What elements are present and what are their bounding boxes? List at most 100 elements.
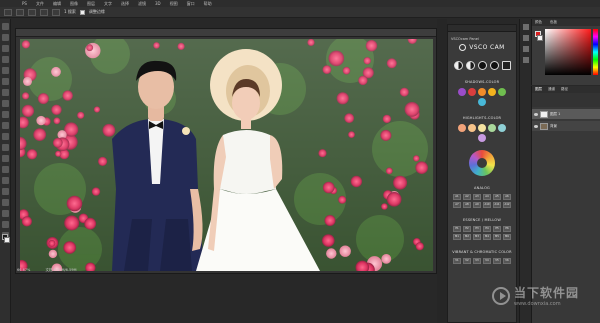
menu-item-view[interactable]: 视图 xyxy=(170,0,178,7)
healing-tool-icon[interactable] xyxy=(1,89,9,96)
color-wheel-icon[interactable] xyxy=(469,150,495,176)
marquee-tool-icon[interactable] xyxy=(1,34,9,41)
color-picker-field[interactable] xyxy=(545,29,591,75)
image-canvas[interactable] xyxy=(20,39,433,271)
new-selection-icon[interactable] xyxy=(16,8,24,16)
lasso-tool-icon[interactable] xyxy=(1,45,9,52)
tab-layers[interactable]: 图层 xyxy=(535,86,542,93)
hue-slider[interactable] xyxy=(593,29,598,75)
preset-button[interactable]: V3 xyxy=(473,258,481,264)
menu-item-help[interactable]: 帮助 xyxy=(204,0,212,7)
preset-button[interactable]: A3 xyxy=(473,194,481,200)
highlight-color-swatch[interactable] xyxy=(498,124,506,132)
preset-button[interactable]: M4 xyxy=(483,234,491,240)
highlight-color-swatch[interactable] xyxy=(458,124,466,132)
gradient-tool-icon[interactable] xyxy=(1,144,9,151)
preset-button[interactable]: E5 xyxy=(493,226,501,232)
menu-item-file[interactable]: 文件 xyxy=(36,0,44,7)
preset-button[interactable]: A1 xyxy=(453,194,461,200)
tab-swatches[interactable]: 色板 xyxy=(550,19,557,26)
highlight-color-swatch[interactable] xyxy=(478,124,486,132)
preset-button[interactable]: A12 xyxy=(503,202,511,208)
type-tool-icon[interactable] xyxy=(1,188,9,195)
menu-item-ps[interactable]: PS xyxy=(22,0,27,7)
document-tab[interactable]: e1100.jpg @ 66.7% (RGB/8#) × xyxy=(16,29,436,45)
menu-item-window[interactable]: 窗口 xyxy=(187,0,195,7)
shadow-color-swatch[interactable] xyxy=(488,88,496,96)
preset-button[interactable]: A9 xyxy=(473,202,481,208)
zoom-readout[interactable]: 66.67% xyxy=(17,268,30,272)
tab-channels[interactable]: 通道 xyxy=(548,86,555,93)
preset-button[interactable]: E1 xyxy=(453,226,461,232)
preset-button[interactable]: M6 xyxy=(503,234,511,240)
menu-item-layer[interactable]: 图层 xyxy=(87,0,95,7)
dodge-tool-icon[interactable] xyxy=(1,166,9,173)
refine-checkbox[interactable] xyxy=(79,9,85,15)
crop-tool-icon[interactable] xyxy=(1,67,9,74)
quick-select-tool-icon[interactable] xyxy=(1,56,9,63)
preset-button[interactable]: M1 xyxy=(453,234,461,240)
properties-icon[interactable] xyxy=(522,35,529,41)
preset-button[interactable]: A8 xyxy=(463,202,471,208)
shadow-color-swatch[interactable] xyxy=(468,88,476,96)
preset-button[interactable]: A4 xyxy=(483,194,491,200)
blur-tool-icon[interactable] xyxy=(1,155,9,162)
menu-item-3d[interactable]: 3D xyxy=(155,0,161,7)
menu-item-image[interactable]: 图像 xyxy=(70,0,78,7)
mode-solid-icon[interactable] xyxy=(477,61,487,70)
move-tool-icon[interactable] xyxy=(1,23,9,30)
preset-button[interactable]: M2 xyxy=(463,234,471,240)
preset-button[interactable]: A6 xyxy=(503,194,511,200)
preset-button[interactable]: M3 xyxy=(473,234,481,240)
intersect-selection-icon[interactable] xyxy=(52,8,60,16)
preset-button[interactable]: M5 xyxy=(493,234,501,240)
menu-item-edit[interactable]: 编辑 xyxy=(53,0,61,7)
tool-preset-icon[interactable] xyxy=(4,8,12,16)
preset-button[interactable]: E2 xyxy=(463,226,471,232)
shadow-color-swatch[interactable] xyxy=(478,98,486,106)
tab-color[interactable]: 颜色 xyxy=(535,19,542,26)
preset-button[interactable]: V5 xyxy=(493,258,501,264)
preset-button[interactable]: E6 xyxy=(503,226,511,232)
visibility-eye-icon[interactable] xyxy=(534,112,538,116)
add-selection-icon[interactable] xyxy=(28,8,36,16)
vsco-panel-tab[interactable]: VSCOcam Panel xyxy=(448,25,516,41)
history-icon[interactable] xyxy=(522,24,529,30)
highlight-color-swatch[interactable] xyxy=(468,124,476,132)
preset-button[interactable]: V2 xyxy=(463,258,471,264)
preset-button[interactable]: V4 xyxy=(483,258,491,264)
layer-row[interactable]: 背景 xyxy=(532,121,600,131)
brush-tool-icon[interactable] xyxy=(1,100,9,107)
highlight-color-swatch[interactable] xyxy=(478,134,486,142)
eraser-tool-icon[interactable] xyxy=(1,133,9,140)
preset-button[interactable]: V1 xyxy=(453,258,461,264)
preset-button[interactable]: A11 xyxy=(493,202,501,208)
preset-button[interactable]: V6 xyxy=(503,258,511,264)
mode-halftone-icon[interactable] xyxy=(465,61,475,70)
menu-item-select[interactable]: 选择 xyxy=(121,0,129,7)
subtract-selection-icon[interactable] xyxy=(40,8,48,16)
preset-button[interactable]: E3 xyxy=(473,226,481,232)
menu-item-type[interactable]: 文字 xyxy=(104,0,112,7)
character-icon[interactable] xyxy=(522,57,529,63)
eyedropper-tool-icon[interactable] xyxy=(1,78,9,85)
preset-button[interactable]: E4 xyxy=(483,226,491,232)
highlight-color-swatch[interactable] xyxy=(488,124,496,132)
hand-tool-icon[interactable] xyxy=(1,221,9,228)
tab-paths[interactable]: 路径 xyxy=(561,86,568,93)
path-select-tool-icon[interactable] xyxy=(1,199,9,206)
layer-row[interactable]: 图层 1 xyxy=(532,109,600,119)
visibility-eye-icon[interactable] xyxy=(534,124,538,128)
shadow-color-swatch[interactable] xyxy=(478,88,486,96)
preset-button[interactable]: A5 xyxy=(493,194,501,200)
shape-tool-icon[interactable] xyxy=(1,210,9,217)
pen-tool-icon[interactable] xyxy=(1,177,9,184)
stamp-tool-icon[interactable] xyxy=(1,111,9,118)
mode-dark-icon[interactable] xyxy=(489,61,499,70)
shadow-color-swatch[interactable] xyxy=(498,88,506,96)
preset-button[interactable]: A7 xyxy=(453,202,461,208)
background-color-chip[interactable] xyxy=(537,35,543,41)
mode-contrast-icon[interactable] xyxy=(453,61,463,70)
adjustments-icon[interactable] xyxy=(522,46,529,52)
background-color-swatch[interactable] xyxy=(4,237,10,243)
